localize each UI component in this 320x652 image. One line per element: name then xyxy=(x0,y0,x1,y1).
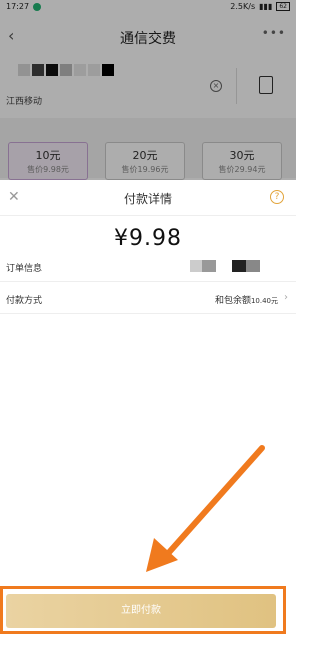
payment-method-name: 和包余额 xyxy=(214,296,251,306)
masked-info xyxy=(202,260,216,272)
masked-info xyxy=(190,260,202,272)
help-icon[interactable]: ? xyxy=(270,190,284,204)
dim-overlay[interactable] xyxy=(0,0,296,180)
order-info-label: 订单信息 xyxy=(6,264,43,274)
payment-method-label: 付款方式 xyxy=(6,296,43,306)
order-info-row: 订单信息 xyxy=(0,252,296,282)
sheet-header: ✕ 付款详情 ? xyxy=(0,180,296,216)
payment-method-value: 和包余额10.40元 xyxy=(215,293,278,306)
payment-method-row[interactable]: 付款方式 和包余额10.40元 › xyxy=(0,284,296,314)
masked-info xyxy=(246,260,260,272)
payment-sheet: ✕ 付款详情 ? ¥9.98 订单信息 付款方式 和包余额10.40元 › xyxy=(0,180,296,652)
chevron-right-icon: › xyxy=(284,292,288,303)
sheet-title: 付款详情 xyxy=(123,192,172,206)
pay-now-button[interactable]: 立即付款 xyxy=(6,594,276,628)
orange-arrow-annotation xyxy=(146,445,265,572)
masked-info xyxy=(232,260,246,272)
payment-balance: 10.40元 xyxy=(250,297,278,305)
payment-amount: ¥9.98 xyxy=(114,226,182,251)
